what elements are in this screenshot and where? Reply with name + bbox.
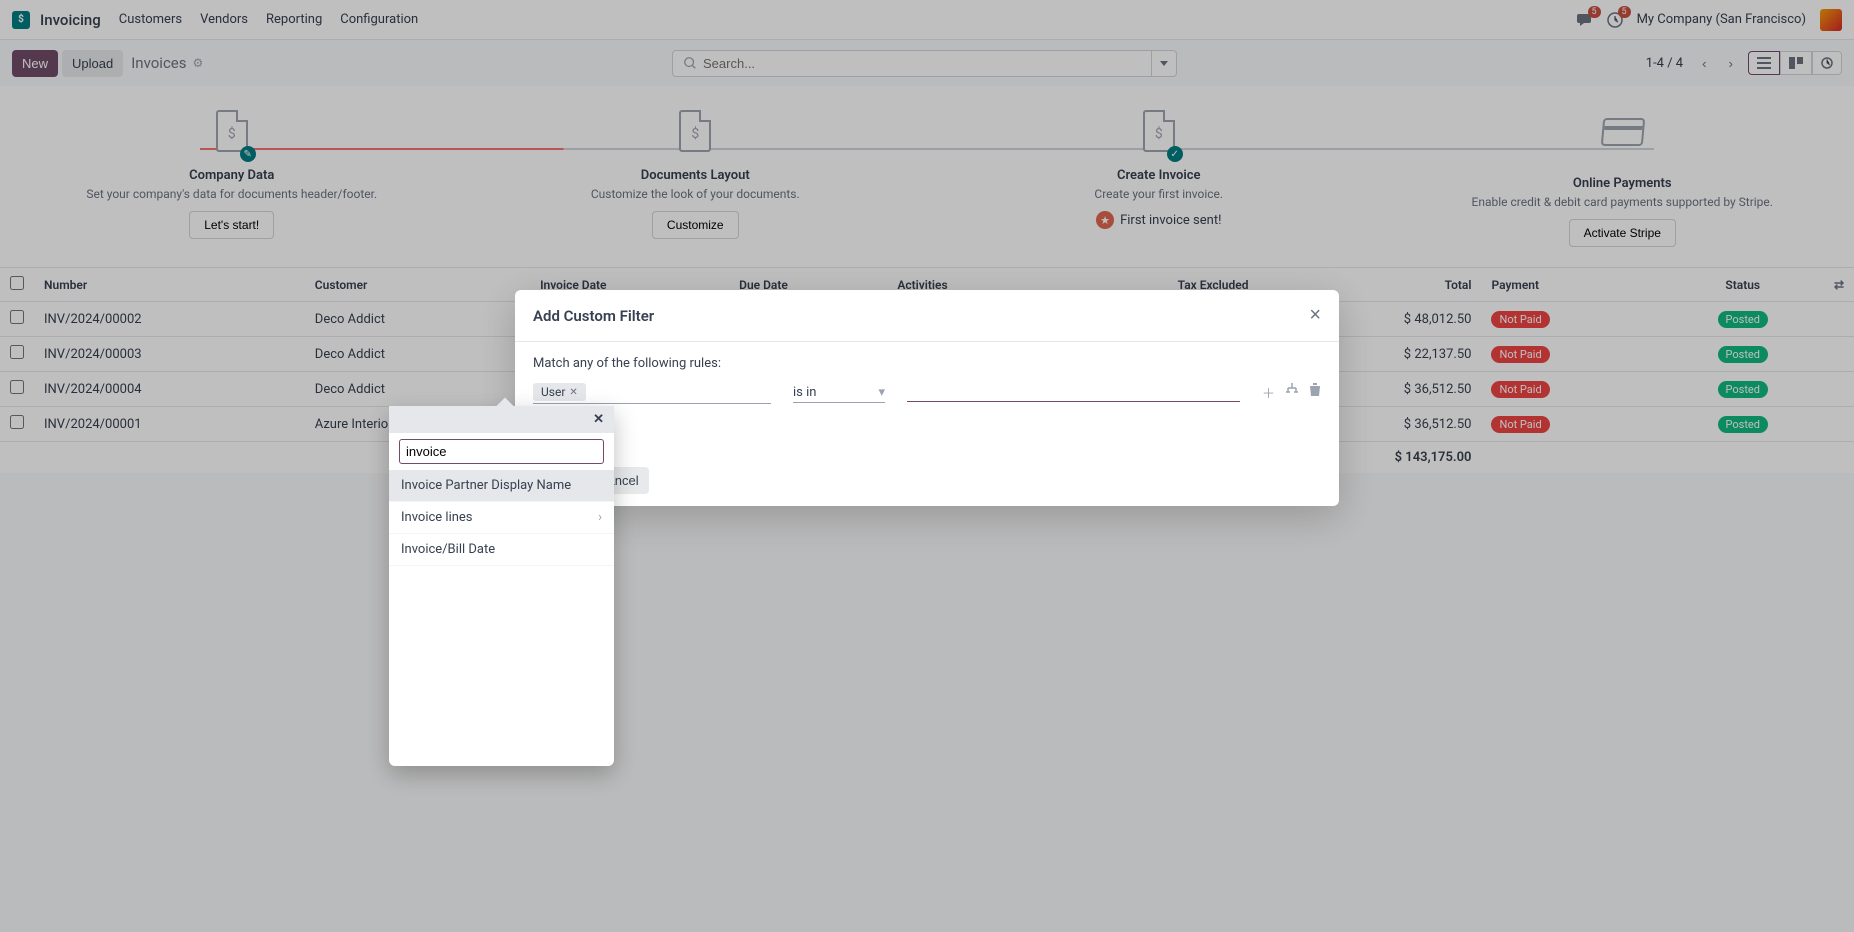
add-rule-icon[interactable]: ＋: [1262, 383, 1275, 402]
rule-row: User✕ is in▾ ＋: [533, 381, 1321, 404]
value-select[interactable]: [907, 384, 1240, 402]
dropdown-item[interactable]: Invoice lines›: [389, 502, 614, 534]
custom-filter-modal: Add Custom Filter × Match any of the fol…: [515, 290, 1339, 506]
branch-rule-icon[interactable]: [1285, 383, 1299, 402]
tag-remove-icon[interactable]: ✕: [569, 387, 577, 398]
dropdown-item[interactable]: Invoice/Bill Date: [389, 534, 614, 566]
dropdown-item[interactable]: Invoice Partner Display Name: [389, 470, 614, 502]
field-tag[interactable]: User✕: [533, 383, 586, 401]
field-dropdown: ✕ Invoice Partner Display Name Invoice l…: [389, 406, 614, 766]
delete-rule-icon[interactable]: [1309, 383, 1321, 402]
modal-title: Add Custom Filter: [533, 307, 1309, 325]
dropdown-search-input[interactable]: [399, 439, 604, 464]
chevron-right-icon: ›: [598, 510, 602, 525]
dropdown-close-icon[interactable]: ✕: [593, 412, 604, 427]
match-label: Match any of the following rules:: [533, 356, 1321, 371]
field-select[interactable]: User✕: [533, 381, 771, 404]
operator-select[interactable]: is in▾: [793, 383, 885, 403]
modal-close-button[interactable]: ×: [1309, 304, 1321, 327]
